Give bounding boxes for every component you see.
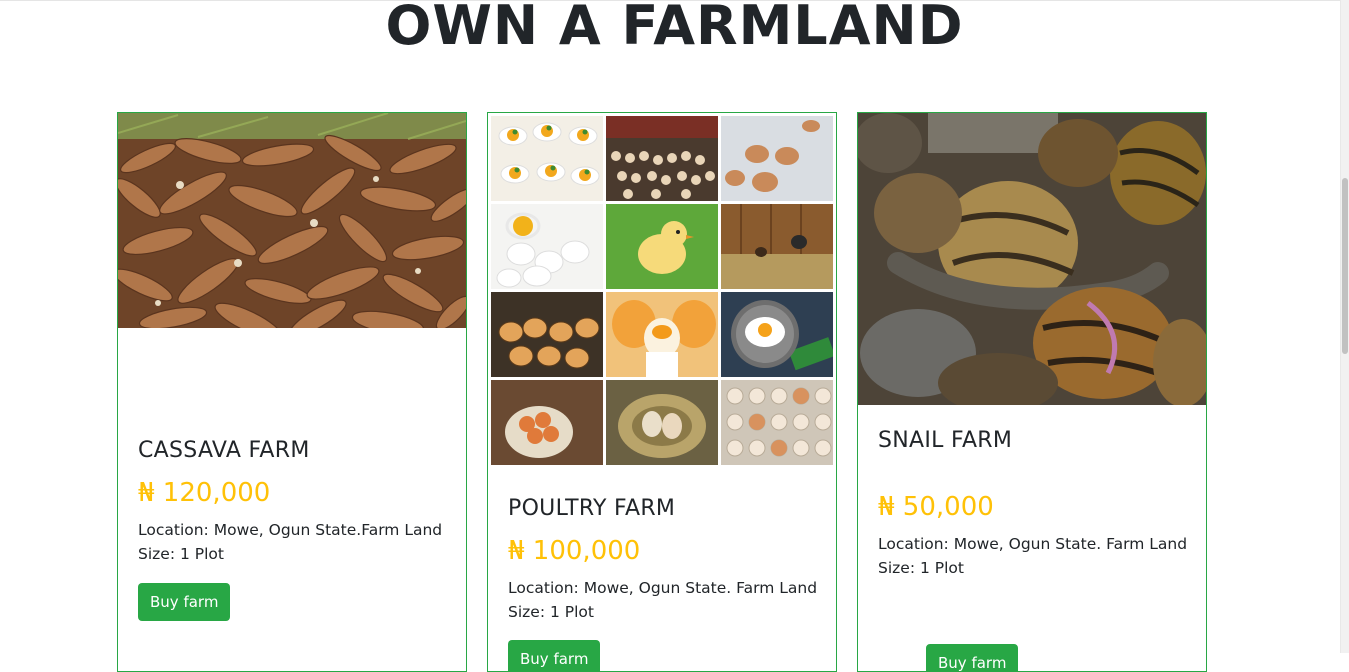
- buy-farm-button[interactable]: Buy farm: [138, 583, 231, 621]
- farm-card-cassava: CASSAVA FARM ₦ 120,000 Location: Mowe, O…: [117, 112, 467, 672]
- buy-farm-button[interactable]: Buy farm: [508, 640, 601, 671]
- chick-tile: [606, 204, 718, 289]
- farm-price: ₦ 50,000: [878, 492, 994, 522]
- farm-name: SNAIL FARM: [878, 428, 1013, 453]
- farm-size: Size: 1 Plot: [508, 603, 594, 621]
- farm-size: Size: 1 Plot: [138, 545, 224, 563]
- farm-location: Location: Mowe, Ogun State.Farm Land: [138, 521, 443, 539]
- deviled-eggs-tile: [491, 116, 603, 201]
- scrollbar-thumb[interactable]: [1342, 178, 1348, 354]
- snail-image: [858, 113, 1206, 405]
- farm-name: CASSAVA FARM: [138, 438, 310, 463]
- eggs-in-bowl-tile: [491, 380, 603, 465]
- farm-name: POULTRY FARM: [508, 496, 676, 521]
- barn-hens-tile: [721, 204, 833, 289]
- eggs-in-nest-tile: [606, 380, 718, 465]
- soft-boiled-eggs-tile: [606, 292, 718, 377]
- farm-location: Location: Mowe, Ogun State. Farm Land: [508, 579, 818, 597]
- poultry-collage-image: [488, 113, 836, 471]
- white-eggs-tile: [491, 204, 603, 289]
- egg-basket-tile: [491, 292, 603, 377]
- farm-price: ₦ 120,000: [138, 478, 271, 508]
- vertical-scrollbar[interactable]: [1340, 0, 1349, 653]
- farm-price: ₦ 100,000: [508, 536, 641, 566]
- farm-location: Location: Mowe, Ogun State. Farm Land: [878, 535, 1188, 553]
- farm-card-poultry: POULTRY FARM ₦ 100,000 Location: Mowe, O…: [487, 112, 837, 672]
- page-title: OWN A FARMLAND: [385, 0, 964, 57]
- farm-card-snail: SNAIL FARM ₦ 50,000 Location: Mowe, Ogun…: [857, 112, 1207, 672]
- cassava-image: [118, 113, 466, 328]
- buy-farm-button[interactable]: Buy farm: [926, 644, 1019, 671]
- farm-size: Size: 1 Plot: [878, 559, 964, 577]
- egg-carton-tile: [721, 380, 833, 465]
- egg-market-tile: [606, 116, 718, 201]
- fried-egg-pan-tile: [721, 292, 833, 377]
- eggs-on-cloth-tile: [721, 116, 833, 201]
